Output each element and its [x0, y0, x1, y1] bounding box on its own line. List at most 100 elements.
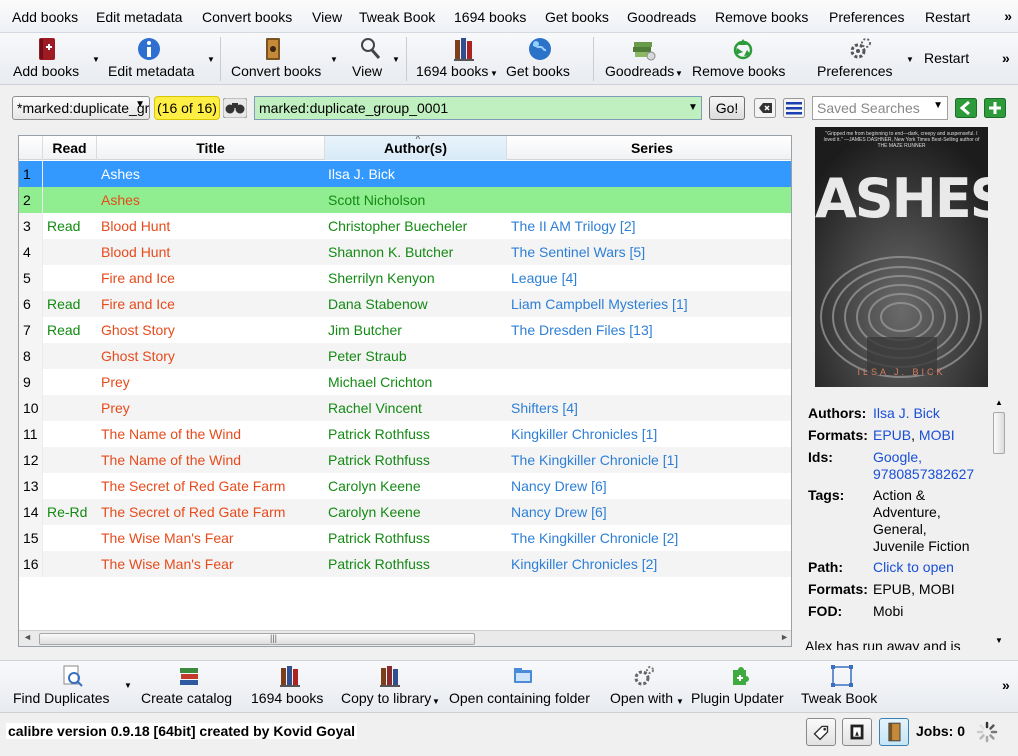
table-row[interactable]: 8 Ghost Story Peter Straub [19, 343, 791, 369]
row-number: 14 [19, 499, 43, 525]
table-row[interactable]: 11 The Name of the Wind Patrick Rothfuss Ki… [19, 421, 791, 447]
clear-search-icon[interactable] [754, 98, 776, 118]
toolbar-more-chevron[interactable]: » [1002, 50, 1010, 66]
copy-to-library-dropdown-icon[interactable]: ▼ [432, 697, 440, 706]
convert-books-dropdown-icon[interactable]: ▼ [330, 55, 338, 64]
menu-convert-books[interactable]: Convert books [202, 9, 292, 25]
table-row[interactable]: 3 Read Blood Hunt Christopher Buecheler The … [19, 213, 791, 239]
find-duplicates-dropdown-icon[interactable]: ▼ [124, 681, 132, 690]
menu-add-books[interactable]: Add books [12, 9, 78, 25]
menu-more-chevron[interactable]: » [1004, 8, 1012, 24]
cell-series: The Dresden Files [13] [511, 322, 653, 338]
restart-button[interactable]: Restart [922, 33, 978, 85]
go-button[interactable]: Go! [709, 96, 745, 120]
table-row[interactable]: 4 Blood Hunt Shannon K. Butcher The Sentine… [19, 239, 791, 265]
search-input[interactable] [254, 96, 702, 120]
search-dropdown-icon[interactable]: ▼ [688, 102, 698, 113]
goodreads-dropdown-icon[interactable]: ▼ [675, 69, 683, 78]
table-row[interactable]: 5 Fire and Ice Sherrilyn Kenyon League [4] [19, 265, 791, 291]
scrollbar-thumb[interactable] [993, 412, 1005, 454]
saved-searches-combo[interactable]: Saved Searches ▼ [812, 96, 948, 120]
path-link[interactable]: Click to open [873, 559, 987, 576]
library-bottom-button[interactable]: 1694 books [248, 661, 332, 713]
open-containing-folder-button[interactable]: Open containing folder [446, 661, 600, 713]
table-row[interactable]: 14 Re-Rd The Secret of Red Gate Farm Caroly… [19, 499, 791, 525]
binoculars-icon[interactable] [223, 98, 247, 118]
edit-metadata-dropdown-icon[interactable]: ▼ [207, 55, 215, 64]
library-dropdown-icon[interactable]: ▼ [490, 69, 498, 78]
ids-isbn-link[interactable]: 9780857382627 [873, 466, 987, 483]
find-duplicates-button[interactable]: Find Duplicates ▼ [8, 661, 132, 713]
remove-books-button[interactable]: Remove books [688, 33, 798, 85]
horizontal-scrollbar[interactable]: ◄ ||| ► [19, 630, 791, 646]
convert-books-button[interactable]: Convert books ▼ [228, 33, 338, 85]
create-catalog-button[interactable]: Create catalog [138, 661, 240, 713]
cell-title: The Secret of Red Gate Farm [101, 478, 286, 494]
library-button[interactable]: 1694 books ▼ [414, 33, 498, 85]
details-vertical-scrollbar[interactable]: ▲ ▼ [992, 398, 1006, 648]
red-book-plus-icon [39, 38, 55, 60]
table-row[interactable]: 12 The Name of the Wind Patrick Rothfuss Th… [19, 447, 791, 473]
table-row[interactable]: 7 Read Ghost Story Jim Butcher The Dresden F… [19, 317, 791, 343]
header-title[interactable]: Title [97, 136, 325, 160]
menu-restart[interactable]: Restart [925, 9, 970, 25]
add-books-dropdown-icon[interactable]: ▼ [92, 55, 100, 64]
menu-preferences[interactable]: Preferences [829, 9, 904, 25]
chevron-down-icon: ▼ [135, 99, 145, 110]
table-row[interactable]: 10 Prey Rachel Vincent Shifters [4] [19, 395, 791, 421]
scroll-down-icon[interactable]: ▼ [995, 636, 1003, 645]
row-number: 4 [19, 239, 43, 265]
save-search-icon[interactable] [984, 98, 1006, 118]
preferences-dropdown-icon[interactable]: ▼ [906, 55, 914, 64]
scrollbar-thumb[interactable]: ||| [39, 633, 475, 645]
header-series[interactable]: Series [507, 136, 791, 160]
copy-search-icon[interactable] [955, 98, 977, 118]
header-authors[interactable]: ^ Author(s) [325, 136, 507, 160]
copy-to-library-button[interactable]: Copy to library ▼ [338, 661, 442, 713]
menu-view[interactable]: View [312, 9, 342, 25]
table-row[interactable]: 15 The Wise Man's Fear Patrick Rothfuss The… [19, 525, 791, 551]
table-row[interactable]: 2 Ashes Scott Nicholson [19, 187, 791, 213]
scroll-up-icon[interactable]: ▲ [995, 398, 1003, 407]
menu-goodreads[interactable]: Goodreads [627, 9, 696, 25]
book-cover[interactable]: "Gripped me from beginning to end—dark, … [815, 127, 988, 387]
menu-tweak-book[interactable]: Tweak Book [359, 9, 435, 25]
search-options-icon[interactable] [783, 98, 805, 118]
open-with-button[interactable]: Open with ▼ [606, 661, 684, 713]
menu-get-books[interactable]: Get books [545, 9, 609, 25]
goodreads-button[interactable]: Goodreads ▼ [601, 33, 685, 85]
table-row[interactable]: 6 Read Fire and Ice Dana Stabenow Liam Campb… [19, 291, 791, 317]
scroll-right-icon[interactable]: ► [780, 632, 789, 642]
scroll-left-icon[interactable]: ◄ [23, 632, 32, 642]
cell-title: The Secret of Red Gate Farm [101, 504, 286, 520]
marked-search-combo[interactable]: *marked:duplicate_group_0001 ▼ [12, 96, 150, 120]
preferences-button[interactable]: Preferences ▼ [812, 33, 918, 85]
open-with-dropdown-icon[interactable]: ▼ [676, 697, 684, 706]
format-mobi-link[interactable]: MOBI [919, 427, 955, 443]
authors-link[interactable]: Ilsa J. Bick [873, 405, 987, 422]
plugin-updater-button[interactable]: Plugin Updater [688, 661, 790, 713]
cover-grid-toggle-icon[interactable] [842, 718, 872, 746]
table-row[interactable]: 13 The Secret of Red Gate Farm Carolyn Kee… [19, 473, 791, 499]
menu-library[interactable]: 1694 books [454, 9, 526, 25]
fod-label: FOD: [808, 603, 843, 619]
table-row[interactable]: 9 Prey Michael Crichton [19, 369, 791, 395]
edit-metadata-button[interactable]: Edit metadata ▼ [105, 33, 215, 85]
table-row[interactable]: 1 Ashes Ilsa J. Bick [19, 161, 791, 187]
add-books-button[interactable]: Add books ▼ [6, 33, 102, 85]
header-read[interactable]: Read [43, 136, 97, 160]
bottom-toolbar-more-chevron[interactable]: » [1002, 677, 1010, 693]
tweak-book-button[interactable]: Tweak Book [798, 661, 886, 713]
menu-remove-books[interactable]: Remove books [715, 9, 808, 25]
menu-edit-metadata[interactable]: Edit metadata [96, 9, 182, 25]
view-button[interactable]: View ▼ [348, 33, 404, 85]
jobs-indicator[interactable]: Jobs: 0 [916, 723, 965, 739]
cell-series: The Kingkiller Chronicle [1] [511, 452, 679, 468]
book-details-toggle-icon[interactable] [879, 718, 909, 746]
format-epub-link[interactable]: EPUB [873, 427, 911, 443]
ids-google-link[interactable]: Google, [873, 449, 987, 466]
tag-browser-toggle-icon[interactable] [806, 718, 836, 746]
table-row[interactable]: 16 The Wise Man's Fear Patrick Rothfuss Kin… [19, 551, 791, 577]
view-dropdown-icon[interactable]: ▼ [392, 55, 400, 64]
get-books-button[interactable]: Get books [503, 33, 577, 85]
